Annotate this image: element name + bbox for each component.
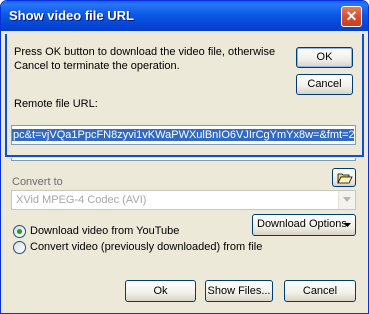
open-folder-button[interactable]: [332, 168, 356, 187]
ok-button-main[interactable]: Ok: [125, 280, 196, 302]
main-window: Convert to XVid MPEG-4 Codec (AVI) Downl…: [0, 0, 369, 314]
download-options-label: Download Options: [257, 218, 347, 230]
cancel-button-main[interactable]: Cancel: [284, 280, 356, 302]
download-options-button[interactable]: Download Options: [252, 214, 356, 236]
remote-url-value: pc&t=vjVQa1PpcFN8zyvi1vKWaPWXulBnIO6VJIr…: [12, 129, 354, 141]
close-button[interactable]: ✕: [341, 6, 362, 27]
dropdown-arrow-icon: [344, 223, 351, 227]
remote-url-input[interactable]: pc&t=vjVQa1PpcFN8zyvi1vKWaPWXulBnIO6VJIr…: [11, 125, 356, 145]
dialog-title: Show video file URL: [9, 8, 134, 23]
chevron-down-icon: [343, 197, 351, 202]
ok-button[interactable]: OK: [296, 47, 353, 68]
radio-button[interactable]: [13, 240, 26, 254]
radio-convert-file[interactable]: Convert video (previously downloaded) fr…: [13, 240, 262, 254]
title-bar[interactable]: Show video file URL ✕: [1, 1, 368, 31]
cancel-button[interactable]: Cancel: [296, 74, 353, 95]
convert-to-label: Convert to: [12, 176, 63, 188]
show-files-button[interactable]: Show Files...: [205, 280, 273, 302]
radio-download-youtube[interactable]: Download video from YouTube: [13, 224, 179, 238]
radio-button-checked[interactable]: [13, 224, 26, 238]
dialog-prompt: Press OK button to download the video fi…: [14, 46, 276, 72]
close-icon: ✕: [345, 8, 358, 24]
radio-label: Convert video (previously downloaded) fr…: [30, 241, 263, 253]
codec-select[interactable]: XVid MPEG-4 Codec (AVI): [11, 190, 356, 210]
folder-open-icon: [337, 173, 353, 184]
codec-select-value: XVid MPEG-4 Codec (AVI): [16, 194, 147, 206]
radio-label: Download video from YouTube: [30, 225, 180, 237]
codec-dropdown-arrow[interactable]: [338, 191, 355, 209]
remote-url-label: Remote file URL:: [14, 98, 98, 110]
